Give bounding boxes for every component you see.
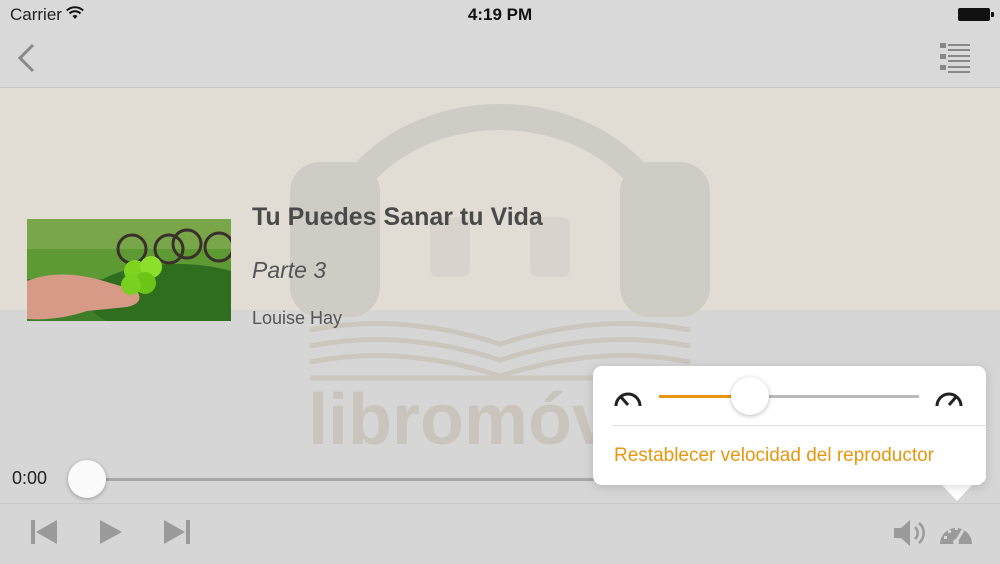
book-author: Louise Hay [252,308,343,328]
speed-slider-thumb[interactable] [731,377,769,415]
popover-divider [612,425,986,426]
skip-forward-icon[interactable] [163,518,191,551]
chapter-name: Parte 3 [252,257,327,283]
chevron-left-icon[interactable] [14,42,38,79]
play-icon[interactable] [98,518,124,551]
reset-speed-button[interactable]: Restablecer velocidad del reproductor [614,445,934,467]
playback-speed-popover: Restablecer velocidad del reproductor [593,366,986,485]
book-title: Tu Puedes Sanar tu Vida [252,203,543,231]
speedometer-icon[interactable] [938,516,974,553]
skip-back-icon[interactable] [30,518,58,551]
volume-icon[interactable] [892,518,928,553]
list-icon[interactable] [938,40,972,79]
status-bar: Carrier 4:19 PM [0,0,1000,30]
battery-icon [958,8,994,21]
clock: 4:19 PM [467,5,533,24]
navigation-bar [0,30,1000,88]
slow-speed-icon [613,386,643,413]
elapsed-time: 0:00 [12,468,48,488]
player-controls [0,503,1000,564]
fast-speed-icon [934,386,964,413]
book-cover-image [27,219,231,321]
popover-arrow [941,484,973,501]
progress-thumb[interactable] [68,460,106,498]
